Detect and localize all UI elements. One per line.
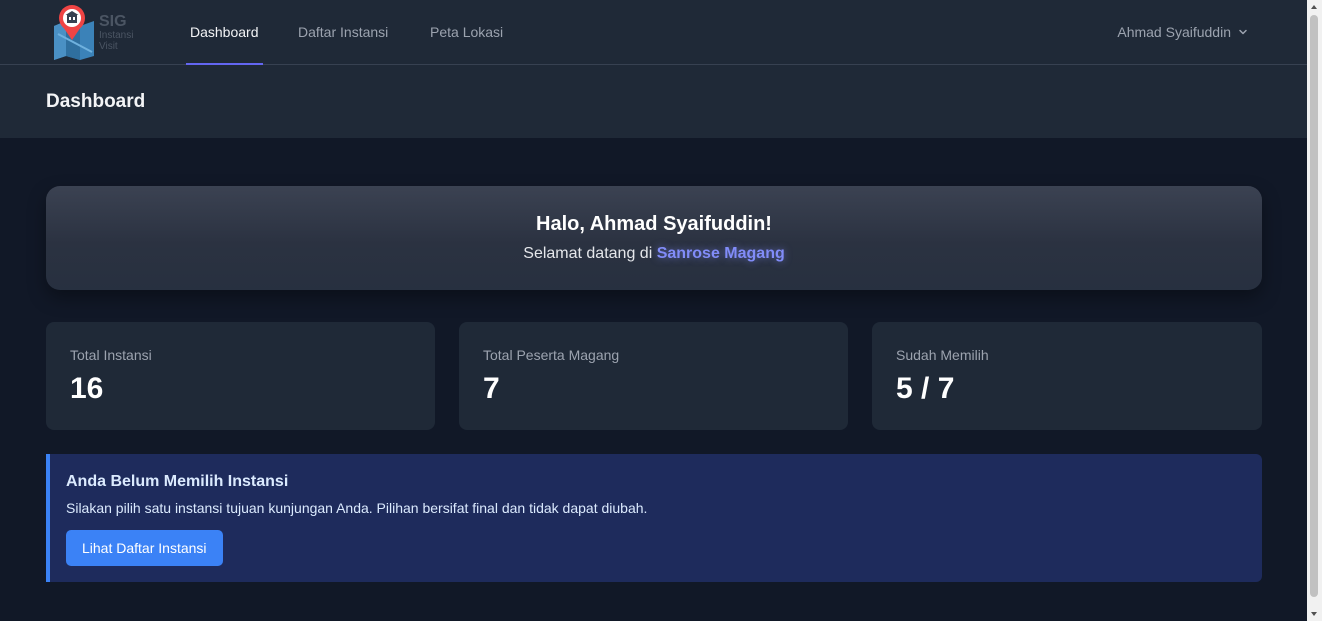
map-pin-building-icon <box>54 5 94 60</box>
stat-value: 7 <box>483 372 500 405</box>
stat-card-sudah-memilih: Sudah Memilih 5 / 7 <box>872 322 1262 430</box>
welcome-subtitle: Selamat datang di Sanrose Magang <box>46 245 1262 263</box>
brand-name: Sanrose Magang <box>656 245 785 262</box>
logo-line-1: SIG <box>99 13 127 30</box>
welcome-subtitle-prefix: Selamat datang di <box>523 245 653 262</box>
vertical-scrollbar[interactable] <box>1307 0 1322 621</box>
logo-line-2: Instansi <box>99 30 134 41</box>
scroll-down-arrow-icon[interactable] <box>1311 612 1317 616</box>
alert-title: Anda Belum Memilih Instansi <box>66 473 289 490</box>
welcome-card: Halo, Ahmad Syaifuddin! Selamat datang d… <box>46 186 1262 290</box>
page-header: Dashboard <box>0 65 1307 138</box>
alert-description: Silakan pilih satu instansi tujuan kunju… <box>66 500 648 516</box>
welcome-greeting: Halo, Ahmad Syaifuddin! <box>536 213 772 235</box>
stat-card-total-peserta: Total Peserta Magang 7 <box>459 322 848 430</box>
selection-alert: Anda Belum Memilih Instansi Silakan pili… <box>46 454 1262 582</box>
page: SIG Instansi Visit Dashboard Daftar Inst… <box>0 0 1307 621</box>
stat-label: Total Peserta Magang <box>483 347 620 363</box>
top-navigation: SIG Instansi Visit Dashboard Daftar Inst… <box>0 0 1307 65</box>
user-name: Ahmad Syaifuddin <box>1117 23 1231 40</box>
stat-card-total-instansi: Total Instansi 16 <box>46 322 435 430</box>
stat-label: Total Instansi <box>70 347 152 363</box>
logo-line-3: Visit <box>99 41 118 52</box>
scroll-up-arrow-icon[interactable] <box>1311 5 1317 9</box>
user-menu[interactable]: Ahmad Syaifuddin <box>1117 0 1249 64</box>
app-logo[interactable]: SIG Instansi Visit <box>52 4 144 60</box>
stat-value: 16 <box>70 372 104 405</box>
view-instansi-list-button[interactable]: Lihat Daftar Instansi <box>66 530 223 566</box>
stat-label: Sudah Memilih <box>896 347 989 363</box>
nav-peta-lokasi[interactable]: Peta Lokasi <box>430 0 503 65</box>
logo-text: SIG Instansi Visit <box>99 13 134 53</box>
nav-daftar-instansi[interactable]: Daftar Instansi <box>298 0 388 65</box>
page-title: Dashboard <box>46 91 146 112</box>
chevron-down-icon <box>1239 29 1247 35</box>
scrollbar-thumb[interactable] <box>1310 15 1318 597</box>
stat-value: 5 / 7 <box>896 372 955 405</box>
nav-dashboard[interactable]: Dashboard <box>186 0 262 65</box>
